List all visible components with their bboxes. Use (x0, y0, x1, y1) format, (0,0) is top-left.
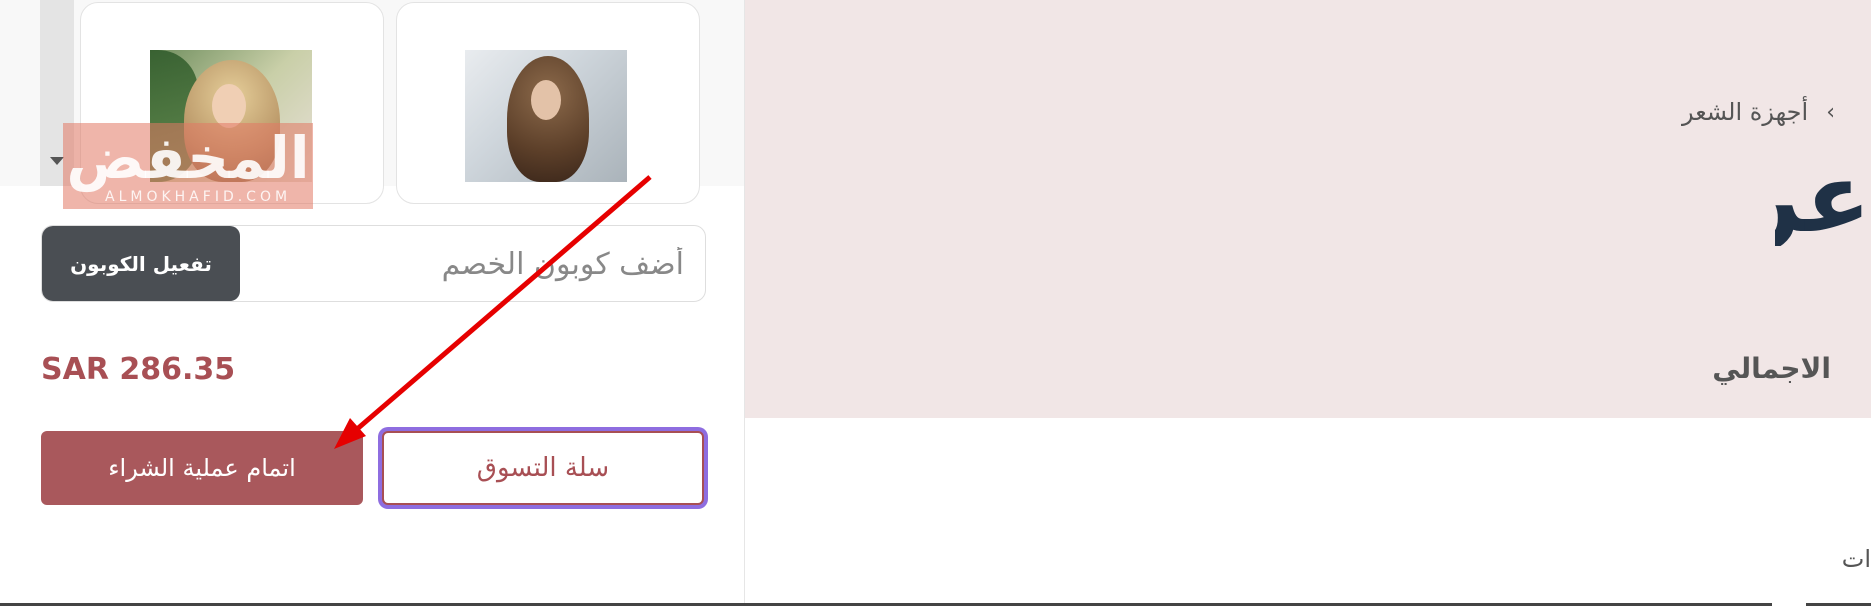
watermark-arabic: المخفض (66, 124, 310, 192)
category-title: عر (1775, 150, 1871, 246)
coupon-input[interactable] (242, 226, 686, 301)
watermark-english: ALMOKHAFID.COM (105, 189, 292, 205)
total-value: SAR 286.35 (41, 352, 236, 387)
watermark-logo: المخفض ALMOKHAFID.COM (63, 123, 313, 209)
breadcrumb-current[interactable]: أجهزة الشعر (1682, 98, 1808, 126)
apply-coupon-button[interactable]: تفعيل الكوبون (42, 226, 240, 301)
face-illustration (531, 80, 561, 120)
page-text-fragment: ات (1841, 545, 1871, 573)
total-label: الاجمالي (1712, 352, 1831, 385)
view-cart-button[interactable]: سلة التسوق (382, 431, 704, 505)
breadcrumb: › أجهزة الشعر (1682, 98, 1835, 126)
chevron-right-icon: › (1826, 99, 1835, 125)
category-hero: › أجهزة الشعر عر (744, 0, 1871, 418)
checkout-button[interactable]: اتمام عملية الشراء (41, 431, 363, 505)
coupon-form: تفعيل الكوبون (41, 225, 706, 302)
product-image[interactable] (465, 50, 627, 182)
face-illustration (212, 84, 246, 128)
caret-down-icon[interactable] (50, 157, 64, 165)
